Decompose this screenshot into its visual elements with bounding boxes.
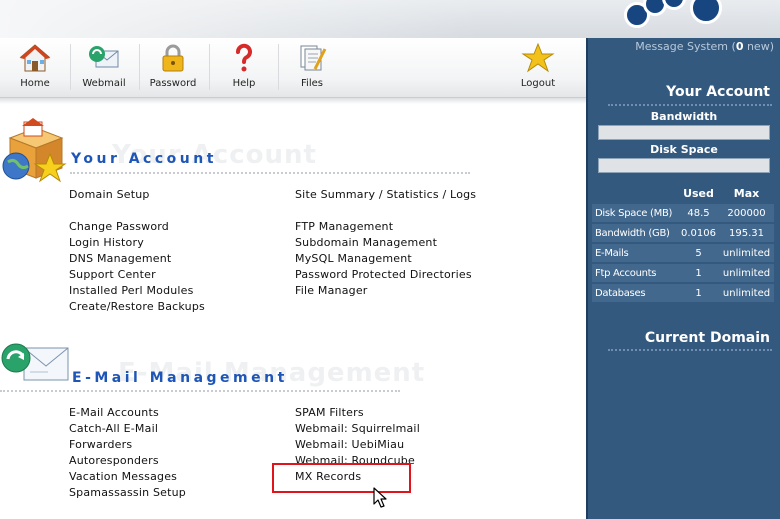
main-toolbar: Home Webmail Password Help Files Logout xyxy=(0,38,586,98)
link-autoresponders[interactable]: Autoresponders xyxy=(69,454,159,467)
toolbar-files-label: Files xyxy=(301,78,323,89)
link-ftp-management[interactable]: FTP Management xyxy=(295,220,393,233)
link-catch-all-email[interactable]: Catch-All E-Mail xyxy=(69,422,158,435)
stats-row: E-Mails 5 unlimited xyxy=(592,244,774,262)
link-email-accounts[interactable]: E-Mail Accounts xyxy=(69,406,159,419)
home-icon xyxy=(0,38,70,78)
mouse-cursor-icon xyxy=(373,487,387,513)
toolbar-password-label: Password xyxy=(149,78,197,89)
link-mysql-management[interactable]: MySQL Management xyxy=(295,252,412,265)
toolbar-logout-button[interactable]: Logout xyxy=(503,38,573,98)
email-management-icon xyxy=(0,340,72,396)
link-installed-perl-modules[interactable]: Installed Perl Modules xyxy=(69,284,194,297)
link-subdomain-management[interactable]: Subdomain Management xyxy=(295,236,437,249)
link-dns-management[interactable]: DNS Management xyxy=(69,252,171,265)
top-banner xyxy=(0,0,780,38)
stats-row: Bandwidth (GB) 0.0106 195.31 xyxy=(592,224,774,242)
toolbar-files-button[interactable]: Files xyxy=(277,38,347,98)
stats-header-label xyxy=(592,184,678,202)
stats-header-max: Max xyxy=(733,186,760,200)
current-domain-title: Current Domain xyxy=(644,330,770,346)
bandwidth-label: Bandwidth xyxy=(650,110,718,123)
link-webmail-squirrelmail[interactable]: Webmail: Squirrelmail xyxy=(295,422,420,435)
usage-stats-table: Used Max Disk Space (MB) 48.5 200000 Ban… xyxy=(592,182,774,304)
link-spam-filters[interactable]: SPAM Filters xyxy=(295,406,364,419)
link-domain-setup[interactable]: Domain Setup xyxy=(69,188,150,201)
link-forwarders[interactable]: Forwarders xyxy=(69,438,132,451)
link-file-manager[interactable]: File Manager xyxy=(295,284,368,297)
link-password-protected-directories[interactable]: Password Protected Directories xyxy=(295,268,472,281)
link-vacation-messages[interactable]: Vacation Messages xyxy=(69,470,177,483)
toolbar-home-label: Home xyxy=(20,78,50,89)
stats-row: Disk Space (MB) 48.5 200000 xyxy=(592,204,774,222)
message-system-link[interactable]: Message System (0 new) xyxy=(635,40,774,53)
your-account-box-icon xyxy=(0,118,70,188)
toolbar-help-button[interactable]: Help xyxy=(209,38,279,98)
link-spamassassin-setup[interactable]: Spamassassin Setup xyxy=(69,486,186,499)
link-webmail-uebimiau[interactable]: Webmail: UebiMiau xyxy=(295,438,404,451)
files-icon xyxy=(277,38,347,78)
disk-space-label: Disk Space xyxy=(650,143,718,156)
account-panel: Message System (0 new) Your Account Band… xyxy=(586,38,780,519)
toolbar-webmail-label: Webmail xyxy=(82,78,126,89)
mx-records-highlight-box xyxy=(272,463,411,493)
panel-your-account-title: Your Account xyxy=(666,84,770,100)
stats-row: Ftp Accounts 1 unlimited xyxy=(592,264,774,282)
link-site-summary[interactable]: Site Summary / Statistics / Logs xyxy=(295,188,476,201)
link-support-center[interactable]: Support Center xyxy=(69,268,156,281)
lock-icon xyxy=(138,38,208,78)
toolbar-webmail-button[interactable]: Webmail xyxy=(69,38,139,98)
disk-space-bar xyxy=(598,158,770,173)
email-management-title: E-Mail Management xyxy=(72,370,288,386)
bandwidth-bar xyxy=(598,125,770,140)
link-change-password[interactable]: Change Password xyxy=(69,220,169,233)
link-create-restore-backups[interactable]: Create/Restore Backups xyxy=(69,300,205,313)
logo-dot-4 xyxy=(690,0,722,24)
toolbar-logout-label: Logout xyxy=(520,78,556,89)
link-login-history[interactable]: Login History xyxy=(69,236,144,249)
stats-header-used: Used xyxy=(683,186,714,200)
webmail-icon xyxy=(69,38,139,78)
your-account-title: Your Account xyxy=(71,151,217,167)
toolbar-home-button[interactable]: Home xyxy=(0,38,70,98)
toolbar-password-button[interactable]: Password xyxy=(138,38,208,98)
toolbar-help-label: Help xyxy=(232,78,256,89)
star-icon xyxy=(503,38,573,78)
question-icon xyxy=(209,38,279,78)
stats-row: Databases 1 unlimited xyxy=(592,284,774,302)
